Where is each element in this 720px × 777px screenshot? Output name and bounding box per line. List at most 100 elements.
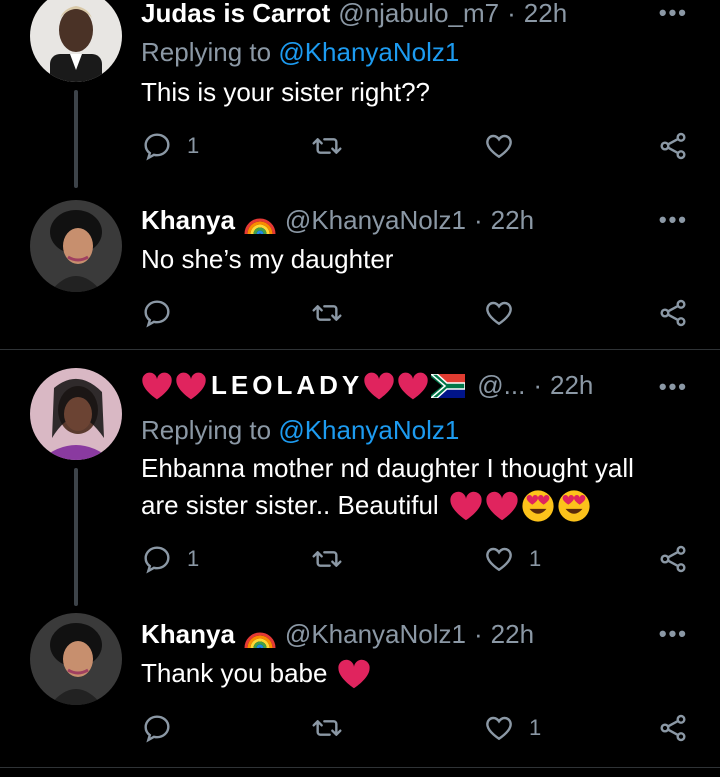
reply-button[interactable] xyxy=(141,708,187,748)
tweet-actions: 1 1 xyxy=(141,539,691,579)
tweet-divider xyxy=(0,767,720,768)
thread-line xyxy=(74,90,78,188)
like-icon xyxy=(486,301,512,326)
retweet-icon xyxy=(312,138,342,154)
timestamp[interactable]: 22h xyxy=(550,370,593,401)
red-heart-emoji xyxy=(486,491,518,520)
reply-button[interactable]: 1 xyxy=(141,539,199,579)
user-handle[interactable]: @... xyxy=(477,370,525,401)
like-icon xyxy=(486,547,512,572)
display-name[interactable]: Judas is Carrot xyxy=(141,0,330,29)
share-button[interactable] xyxy=(657,126,689,166)
tweet-actions: 1 xyxy=(141,126,691,166)
tweet-actions: 1 xyxy=(141,708,691,748)
tweet-text: No she’s my daughter xyxy=(141,241,393,278)
user-handle[interactable]: @njabulo_m7 xyxy=(338,0,499,29)
reply-count: 1 xyxy=(187,546,200,571)
share-icon xyxy=(660,132,686,160)
like-button[interactable] xyxy=(483,293,529,333)
reply-icon xyxy=(144,300,170,328)
tweet-4[interactable]: Khanya @KhanyaNolz1 · 22h ••• Thank you … xyxy=(0,605,720,767)
like-button[interactable]: 1 xyxy=(483,708,541,748)
like-icon xyxy=(486,134,512,159)
timestamp[interactable]: 22h xyxy=(491,619,534,650)
tweet-text: Thank you babe xyxy=(141,655,371,692)
dot-separator: · xyxy=(473,205,483,235)
retweet-button[interactable] xyxy=(311,539,343,579)
tweet-header: LEOLADY @... · 22h xyxy=(141,370,690,401)
tweet-text: This is your sister right?? xyxy=(141,74,430,111)
tweet-header: Judas is Carrot @njabulo_m7 · 22h xyxy=(141,0,690,29)
avatar-photo xyxy=(30,0,122,82)
rainbow-emoji xyxy=(244,218,276,234)
avatar[interactable] xyxy=(30,200,122,292)
share-icon xyxy=(660,299,686,327)
timestamp[interactable]: 22h xyxy=(491,205,534,236)
user-handle[interactable]: @KhanyaNolz1 xyxy=(285,619,466,650)
retweet-button[interactable] xyxy=(311,126,343,166)
retweet-button[interactable] xyxy=(311,708,343,748)
south-africa-flag-emoji xyxy=(431,373,466,398)
user-handle[interactable]: @KhanyaNolz1 xyxy=(285,205,466,236)
like-button[interactable]: 1 xyxy=(483,539,541,579)
avatar[interactable] xyxy=(30,613,122,705)
red-heart-emoji xyxy=(450,491,482,520)
avatar-photo xyxy=(30,200,122,292)
display-name[interactable]: Khanya xyxy=(141,619,235,650)
tweet-text-line-1: Ehbanna mother nd daughter I thought yal… xyxy=(141,453,634,483)
reply-count: 1 xyxy=(187,133,200,158)
more-options-icon[interactable]: ••• xyxy=(659,207,688,233)
timestamp[interactable]: 22h xyxy=(524,0,567,29)
display-name[interactable]: LEOLADY xyxy=(211,370,363,401)
red-heart-emoji xyxy=(142,372,172,399)
more-options-icon[interactable]: ••• xyxy=(659,0,688,26)
heart-eyes-emoji xyxy=(558,489,590,522)
red-heart-emoji xyxy=(364,372,394,399)
retweet-button[interactable] xyxy=(311,293,343,333)
tweet-text: Ehbanna mother nd daughter I thought yal… xyxy=(141,450,634,524)
replying-prefix: Replying to xyxy=(141,37,279,67)
retweet-icon xyxy=(312,305,342,321)
tweet-text-content: This is your sister right?? xyxy=(141,77,430,107)
like-count: 1 xyxy=(529,546,542,571)
tweet-1[interactable]: Judas is Carrot @njabulo_m7 · 22h ••• Re… xyxy=(0,0,720,195)
avatar[interactable] xyxy=(30,0,122,82)
tweet-3[interactable]: LEOLADY @... · 22h ••• Replying to @Khan… xyxy=(0,350,720,606)
reply-icon xyxy=(144,133,170,161)
red-heart-emoji xyxy=(338,659,371,688)
retweet-icon xyxy=(312,720,342,736)
reply-icon xyxy=(144,715,170,743)
heart-eyes-emoji xyxy=(522,489,554,522)
reply-icon xyxy=(144,546,170,574)
dot-separator: · xyxy=(507,0,516,28)
replying-handle[interactable]: @KhanyaNolz1 xyxy=(278,415,459,445)
share-icon xyxy=(660,714,686,742)
display-name[interactable]: Khanya xyxy=(141,205,235,236)
dot-separator: · xyxy=(473,619,483,649)
tweet-2[interactable]: Khanya @KhanyaNolz1 · 22h ••• No she’s m… xyxy=(0,195,720,347)
reply-button[interactable] xyxy=(141,293,187,333)
replying-to: Replying to @KhanyaNolz1 xyxy=(141,37,459,68)
red-heart-emoji xyxy=(398,372,428,399)
tweet-text-line-2-content: are sister sister.. Beautiful xyxy=(141,490,439,520)
share-button[interactable] xyxy=(657,539,689,579)
more-options-icon[interactable]: ••• xyxy=(659,621,688,647)
tweet-text-line-2: are sister sister.. Beautiful xyxy=(141,487,634,524)
thread-line xyxy=(74,468,78,606)
retweet-icon xyxy=(312,551,342,567)
tweet-header: Khanya @KhanyaNolz1 · 22h xyxy=(141,205,690,236)
tweet-header: Khanya @KhanyaNolz1 · 22h xyxy=(141,619,690,650)
avatar[interactable] xyxy=(30,368,122,460)
reply-button[interactable]: 1 xyxy=(141,126,199,166)
red-heart-emoji xyxy=(176,372,206,399)
share-icon xyxy=(660,545,686,573)
like-count: 1 xyxy=(529,715,542,740)
share-button[interactable] xyxy=(657,293,689,333)
tweet-actions xyxy=(141,293,691,333)
replying-handle[interactable]: @KhanyaNolz1 xyxy=(278,37,459,67)
like-button[interactable] xyxy=(483,126,529,166)
avatar-photo xyxy=(30,368,122,460)
more-options-icon[interactable]: ••• xyxy=(659,374,688,400)
share-button[interactable] xyxy=(657,708,689,748)
tweet-text-content: Thank you babe xyxy=(141,658,328,688)
